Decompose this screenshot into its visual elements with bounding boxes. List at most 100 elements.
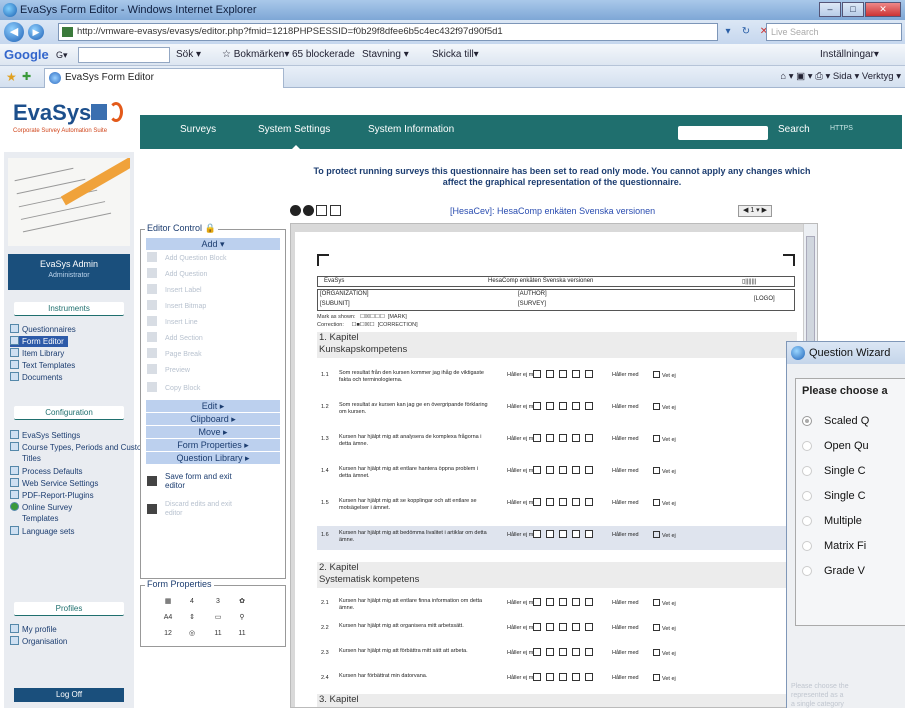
back-button[interactable]: ◀ [4,22,24,42]
discard-and-exit-button[interactable]: Discard edits and exit editor [147,500,279,520]
question-library-menu[interactable]: Question Library ▸ [146,452,280,464]
wizard-title-bar[interactable]: Question Wizard [787,342,905,364]
scale-boxes [533,370,593,378]
edit-menu[interactable]: Edit ▸ [146,400,280,412]
nav-system-information[interactable]: System Information [368,124,454,135]
dont-know-option: Vet ej [653,624,676,632]
question-row[interactable]: 1.2 Som resultat av kursen kan jag ge en … [317,398,797,422]
sidebar-item-online-survey-cont[interactable]: Templates [10,513,58,524]
google-search-input[interactable] [78,47,170,63]
radio-button[interactable] [802,441,812,451]
clipboard-menu[interactable]: Clipboard ▸ [146,413,280,425]
sidebar-item-evasys-settings[interactable]: EvaSys Settings [10,430,80,441]
fp-value-4[interactable]: 11 [235,628,249,640]
wizard-option[interactable]: Scaled Q [802,415,869,427]
form-properties-menu[interactable]: Form Properties ▸ [146,439,280,451]
fp-paper-size[interactable]: A4 [161,612,175,624]
dropdown-icon[interactable]: ▾ [720,23,736,41]
sidebar-item-questionnaires[interactable]: Questionnaires [10,324,76,335]
google-g-menu[interactable]: G▾ [56,44,68,66]
fp-zoom-icon[interactable]: ⚲ [235,612,249,624]
fp-bell-icon[interactable]: ✿ [235,596,249,608]
sidebar-item-process-defaults[interactable]: Process Defaults [10,466,82,477]
radio-button[interactable] [802,566,812,576]
fp-layout-icon[interactable]: ▦ [161,596,175,608]
sidebar-item-organisation[interactable]: Organisation [10,636,67,647]
fp-value-3[interactable]: 11 [211,628,225,640]
radio-button[interactable] [802,516,812,526]
wizard-option[interactable]: Open Qu [802,440,869,452]
page-icon[interactable] [330,205,341,216]
page-selector[interactable]: ◀ 1 ▾ ▶ [738,205,772,217]
sidebar-item-my-profile[interactable]: My profile [10,624,57,635]
close-button[interactable]: ✕ [865,2,901,17]
sidebar-item-documents[interactable]: Documents [10,372,62,383]
browser-tab[interactable]: EvaSys Form Editor [44,68,284,88]
sidebar-item-online-survey[interactable]: Online Survey [10,502,72,513]
sidebar-item-pdf-plugins[interactable]: PDF-Report-Plugins [10,490,94,501]
add-menu[interactable]: Add ▾ [146,238,280,250]
address-bar[interactable]: http://vmware-evasys/evasys/editor.php?f… [58,23,718,41]
text-templates-icon [10,360,19,369]
sidebar-item-course-types[interactable]: Course Types, Periods and Custom [10,442,148,453]
fp-circle-icon[interactable]: ◎ [185,628,199,640]
refresh-icon[interactable]: ↻ [738,23,754,41]
sidebar-item-language-sets[interactable]: Language sets [10,526,75,537]
fp-align-icon[interactable]: ⇕ [185,612,199,624]
wizard-option[interactable]: Single C [802,465,866,477]
internet-explorer-icon [3,3,17,17]
maximize-button[interactable]: □ [842,2,864,17]
question-row[interactable]: 1.4 Kursen har hjälpt mig att entlare han… [317,462,797,486]
add-favorites-icon[interactable]: ✚ [22,66,31,88]
toolbar-spelling[interactable]: Stavning ▾ [362,44,409,66]
question-row[interactable]: 1.5 Kursen har hjälpt mig att se koppling… [317,494,797,518]
toolbar-settings[interactable]: Inställningar▾ [820,44,879,66]
radio-button[interactable] [802,541,812,551]
toolbar-blocked[interactable]: 65 blockerade [292,44,355,66]
radio-button[interactable] [802,416,812,426]
wizard-option[interactable]: Single C [802,490,866,502]
wizard-option[interactable]: Grade V [802,565,865,577]
fp-folder-icon[interactable]: ▭ [211,612,225,624]
log-off-button[interactable]: Log Off [14,688,124,702]
question-row[interactable]: 2.1 Kursen har hjälpt mig att entlare fin… [317,594,797,618]
command-bar[interactable]: ⌂ ▾ ▣ ▾ ⎙ ▾ Sida ▾ Verktyg ▾ [780,66,901,88]
header-barcode: ▯||||||| [742,279,757,285]
sidebar-item-form-editor[interactable]: Form Editor [10,336,68,347]
search-button[interactable]: Search [778,124,810,135]
question-row[interactable]: 2.4 Kursen har förbättrat min datorvana. H… [317,669,797,693]
sidebar-item-item-library[interactable]: Item Library [10,348,64,359]
save-and-exit-button[interactable]: Save form and exit editor [147,472,279,492]
question-row[interactable]: 1.6 Kursen har hjälpt mig att bedömma liv… [317,526,797,550]
insert-line-item: Insert Line [147,316,279,330]
fp-value-2[interactable]: 3 [211,596,225,608]
fp-font-size[interactable]: 12 [161,628,175,640]
forward-button[interactable]: ▶ [28,24,44,40]
grid-icon[interactable] [316,205,327,216]
toolbar-bookmarks[interactable]: ☆ Bokmärken▾ [222,44,289,66]
wizard-option[interactable]: Matrix Fi [802,540,866,552]
question-row[interactable]: 2.3 Kursen har hjälpt mig att förbättra m… [317,644,797,668]
toolbar-send[interactable]: Skicka till▾ [432,44,479,66]
favorites-star-icon[interactable]: ★ [6,66,17,88]
sidebar-item-text-templates[interactable]: Text Templates [10,360,75,371]
question-row[interactable]: 1.1 Som resultat från den kursen kommer j… [317,366,797,390]
header-search-input[interactable] [678,126,768,140]
fp-value-1[interactable]: 4 [185,596,199,608]
sidebar-item-web-service[interactable]: Web Service Settings [10,478,98,489]
minimize-button[interactable]: – [819,2,841,17]
move-menu[interactable]: Move ▸ [146,426,280,438]
sidebar-item-course-types-cont[interactable]: Titles [10,453,41,464]
toolbar-search[interactable]: Sök ▾ [176,44,201,66]
form-scrollbar-thumb[interactable] [806,236,815,356]
nav-surveys[interactable]: Surveys [180,124,216,135]
question-row[interactable]: 1.3 Kursen har hjälpt mig att analysera d… [317,430,797,454]
question-row[interactable]: 2.2 Kursen har hjälpt mig att organisera … [317,619,797,643]
nav-prev-icon[interactable] [303,205,314,216]
radio-button[interactable] [802,466,812,476]
wizard-option[interactable]: Multiple [802,515,862,527]
nav-system-settings[interactable]: System Settings [258,124,330,135]
live-search-input[interactable]: Live Search [766,23,902,41]
nav-first-icon[interactable] [290,205,301,216]
radio-button[interactable] [802,491,812,501]
